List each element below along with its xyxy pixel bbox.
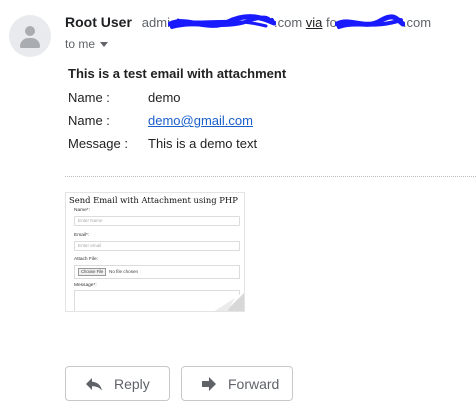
thumbnail-file-label: Attach File: <box>74 257 98 262</box>
avatar-shoulders-shape <box>20 38 40 48</box>
field-label: Name : <box>68 113 110 128</box>
reply-icon <box>86 377 102 390</box>
recipient-details-toggle[interactable]: to me <box>65 37 109 51</box>
forward-icon <box>202 376 216 391</box>
reply-label: Reply <box>114 375 150 392</box>
sender-name[interactable]: Root User <box>65 14 132 30</box>
field-row: Name : demo@gmail.com <box>68 113 286 136</box>
sender-line: Root User admi .com via fo .com <box>65 13 432 31</box>
page-fold-icon <box>207 292 244 311</box>
field-row: Name : demo <box>68 90 286 113</box>
field-label: Message : <box>68 136 128 151</box>
email-link[interactable]: demo@gmail.com <box>148 113 253 128</box>
via-address-end: .com <box>402 15 432 30</box>
chevron-down-icon[interactable] <box>100 42 109 47</box>
thumbnail-message-label: Message*: <box>74 283 97 288</box>
thumbnail-email-label: Email*: <box>74 233 90 238</box>
field-value: demo <box>148 90 181 105</box>
avatar-head-shape <box>25 26 35 36</box>
thumbnail-no-file-text: No file chosen <box>109 269 139 274</box>
thumbnail-name-input: Enter Name <box>74 216 240 226</box>
attachment-divider <box>65 176 476 177</box>
thumbnail-choose-file-button: Choose File <box>78 268 107 276</box>
recipient-label: to me <box>65 37 96 51</box>
field-value: This is a demo text <box>148 136 258 151</box>
thumbnail-file-input: Choose File No file chosen <box>74 265 240 279</box>
reply-button[interactable]: Reply <box>65 366 170 401</box>
field-row: Message : This is a demo text <box>68 136 286 159</box>
via-link[interactable]: via <box>306 15 323 30</box>
forward-button[interactable]: Forward <box>181 366 293 401</box>
redaction-scribble <box>167 13 276 31</box>
forward-label: Forward <box>228 375 280 392</box>
field-label: Name : <box>68 90 110 105</box>
thumbnail-title: Send Email with Attachment using PHP <box>69 195 238 205</box>
sender-avatar[interactable] <box>9 15 51 57</box>
thumbnail-name-label: Name*: <box>74 208 90 213</box>
thumbnail-email-input: Enter email <box>74 241 240 251</box>
redaction-scribble-2 <box>334 14 405 31</box>
sender-address-end: .com <box>273 15 303 30</box>
attachment-thumbnail[interactable]: Send Email with Attachment using PHP Nam… <box>65 192 245 312</box>
sender-address: admi .com via fo .com <box>141 13 432 31</box>
email-heading: This is a test email with attachment <box>68 66 287 81</box>
email-body: This is a test email with attachment Nam… <box>68 66 286 159</box>
sender-address-start: admi <box>141 15 170 30</box>
